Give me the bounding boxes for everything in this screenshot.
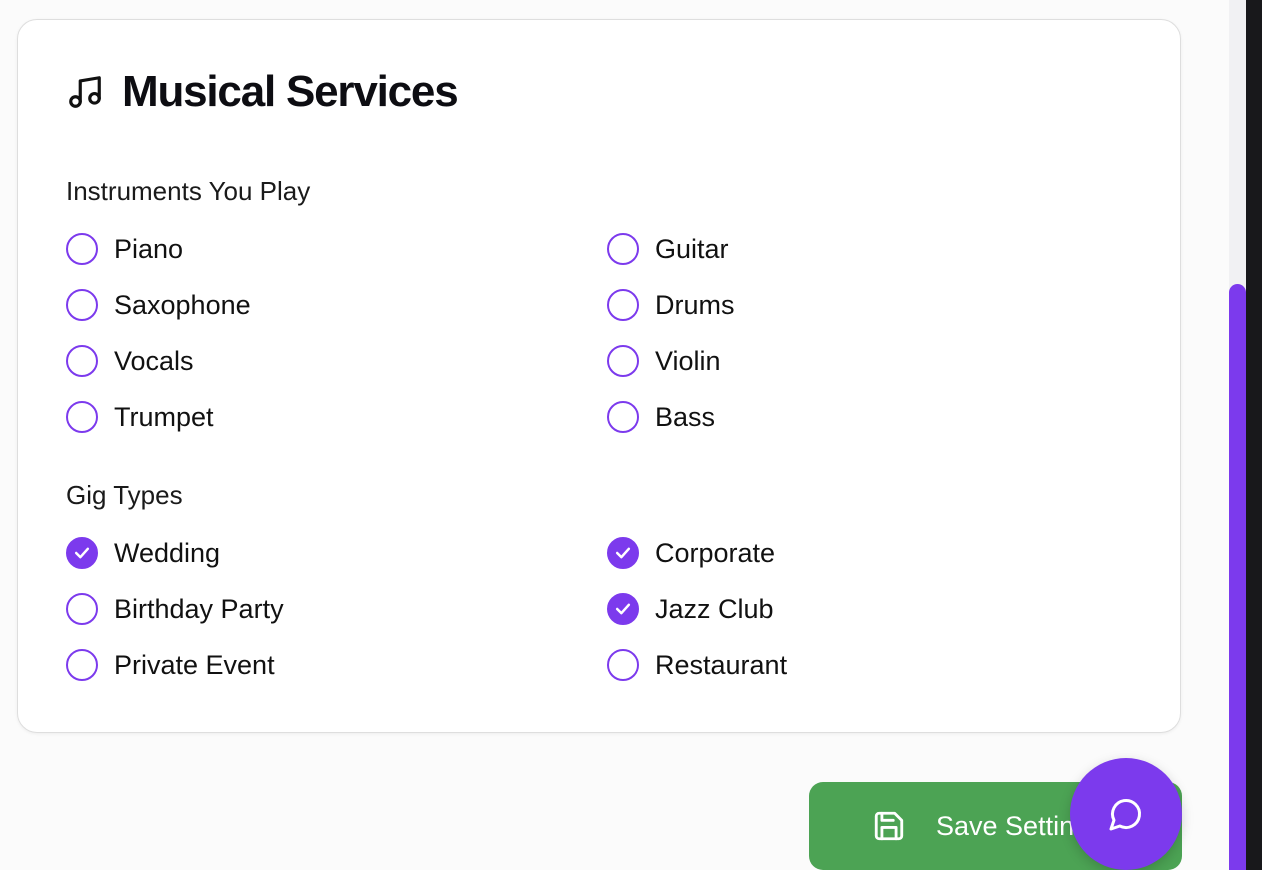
option-piano[interactable]: Piano <box>66 221 607 277</box>
checkbox[interactable] <box>607 345 639 377</box>
option-restaurant[interactable]: Restaurant <box>607 637 1148 693</box>
chat-bubble-icon <box>1108 796 1144 832</box>
checkbox[interactable] <box>66 289 98 321</box>
option-label: Wedding <box>114 537 221 568</box>
option-wedding[interactable]: Wedding <box>66 525 607 581</box>
checkbox[interactable] <box>607 401 639 433</box>
option-private-event[interactable]: Private Event <box>66 637 607 693</box>
checkbox[interactable] <box>66 537 98 569</box>
option-label: Birthday Party <box>114 593 284 624</box>
option-label: Restaurant <box>655 649 788 680</box>
option-violin[interactable]: Violin <box>607 333 1148 389</box>
musical-services-card: Musical Services Instruments You Play Pi… <box>17 19 1181 733</box>
option-label: Violin <box>655 345 721 376</box>
gig-types-label: Gig Types <box>66 480 183 510</box>
checkbox[interactable] <box>66 401 98 433</box>
option-corporate[interactable]: Corporate <box>607 525 1148 581</box>
checkbox[interactable] <box>66 345 98 377</box>
window-edge <box>1246 0 1262 870</box>
check-icon <box>615 547 631 559</box>
check-icon <box>74 547 90 559</box>
option-label: Trumpet <box>114 401 214 432</box>
option-vocals[interactable]: Vocals <box>66 333 607 389</box>
scrollbar-thumb[interactable] <box>1229 284 1246 870</box>
option-trumpet[interactable]: Trumpet <box>66 389 607 445</box>
option-label: Piano <box>114 233 184 264</box>
option-guitar[interactable]: Guitar <box>607 221 1148 277</box>
option-label: Private Event <box>114 649 275 680</box>
checkbox[interactable] <box>607 233 639 265</box>
option-label: Saxophone <box>114 289 251 320</box>
chat-button[interactable] <box>1070 758 1182 870</box>
option-drums[interactable]: Drums <box>607 277 1148 333</box>
option-label: Guitar <box>655 233 729 264</box>
option-label: Drums <box>655 289 735 320</box>
checkbox[interactable] <box>607 649 639 681</box>
checkbox[interactable] <box>66 649 98 681</box>
checkbox[interactable] <box>607 289 639 321</box>
instruments-label: Instruments You Play <box>66 176 311 206</box>
check-icon <box>615 603 631 615</box>
card-header: Musical Services <box>66 67 459 116</box>
checkbox[interactable] <box>66 593 98 625</box>
checkbox[interactable] <box>607 537 639 569</box>
gig-types-options: Wedding Corporate Birthday Party Jazz Cl… <box>66 525 1146 693</box>
option-label: Corporate <box>655 537 776 568</box>
option-label: Jazz Club <box>655 593 774 624</box>
settings-page: Musical Services Instruments You Play Pi… <box>0 0 1262 870</box>
instruments-options: Piano Guitar Saxophone Drums Vocals Viol… <box>66 221 1146 445</box>
option-birthday-party[interactable]: Birthday Party <box>66 581 607 637</box>
checkbox[interactable] <box>607 593 639 625</box>
option-bass[interactable]: Bass <box>607 389 1148 445</box>
music-note-icon <box>66 73 104 111</box>
card-title: Musical Services <box>122 67 459 116</box>
option-label: Bass <box>655 401 716 432</box>
option-jazz-club[interactable]: Jazz Club <box>607 581 1148 637</box>
save-icon <box>872 809 906 843</box>
option-label: Vocals <box>114 345 194 376</box>
option-saxophone[interactable]: Saxophone <box>66 277 607 333</box>
checkbox[interactable] <box>66 233 98 265</box>
